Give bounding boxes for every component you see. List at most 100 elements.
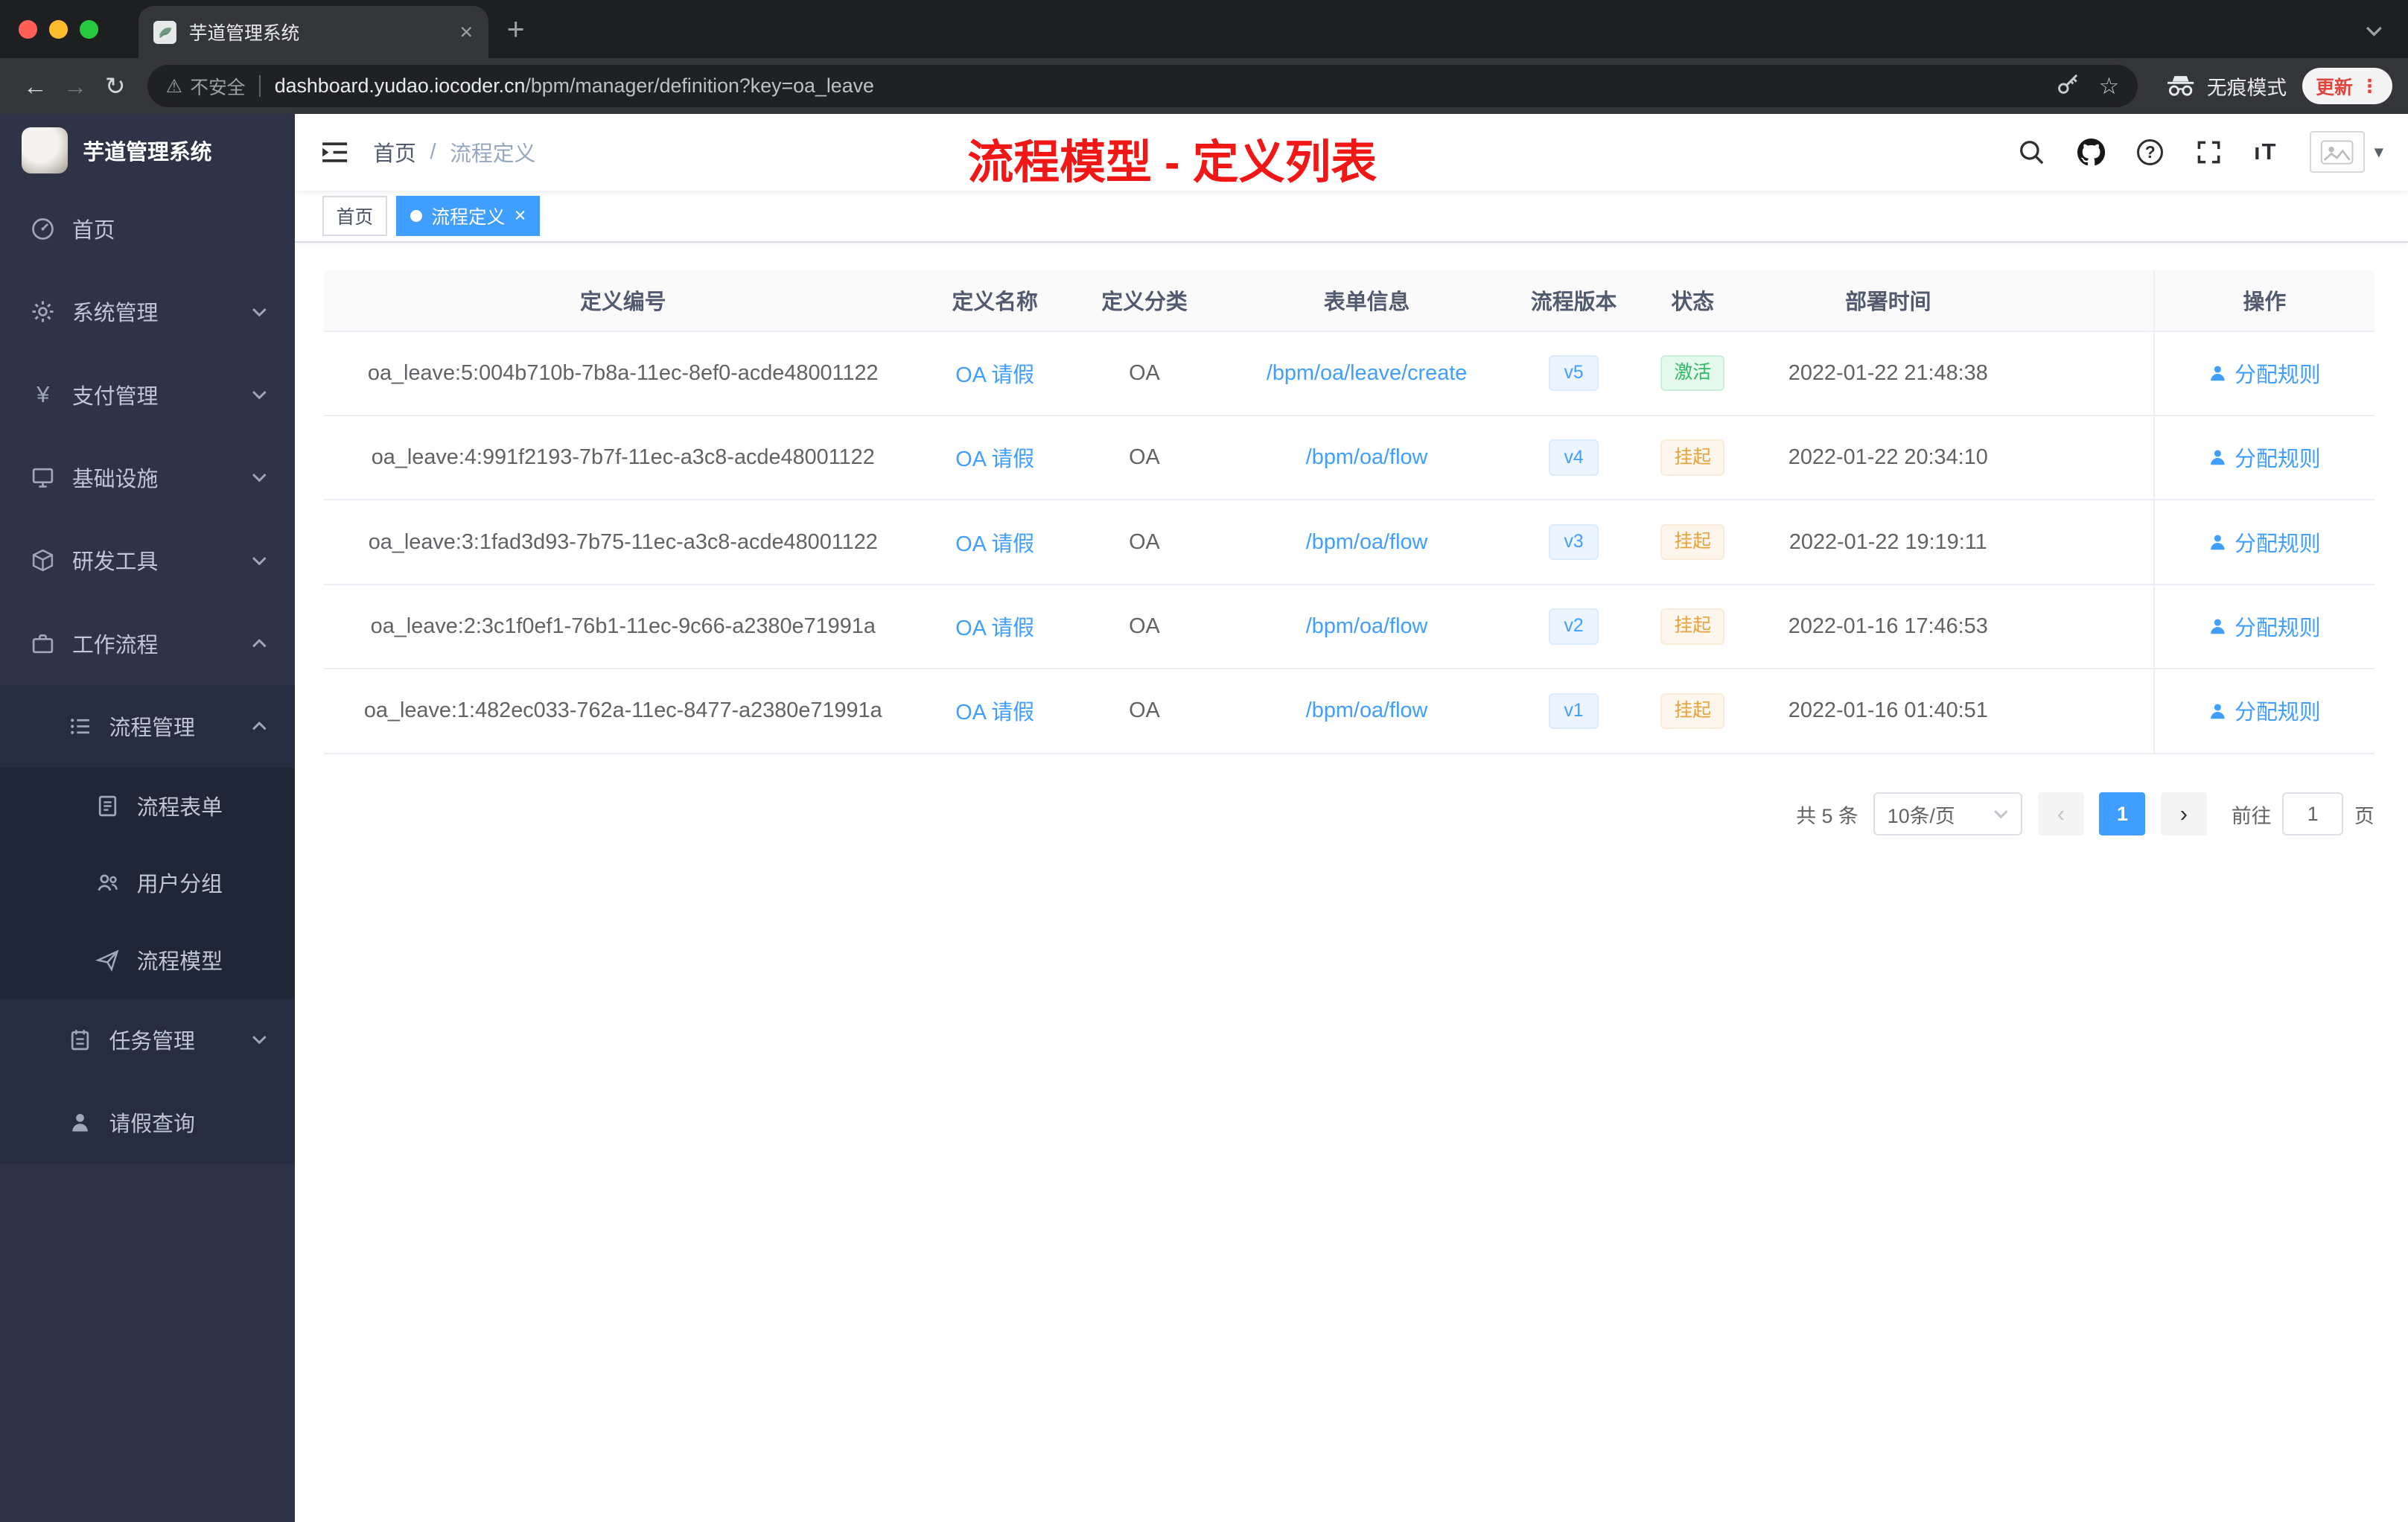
hamburger-icon[interactable] xyxy=(319,138,350,166)
col-deploy-time: 部署时间 xyxy=(1845,290,1931,314)
tag-close-icon[interactable]: × xyxy=(515,206,526,226)
reload-icon[interactable]: ↻ xyxy=(95,71,136,101)
password-key-icon[interactable] xyxy=(2056,71,2080,101)
form-link[interactable]: /bpm/oa/flow xyxy=(1306,530,1428,555)
sidebar-item-label: 流程模型 xyxy=(136,949,223,974)
page-size-value: 10条/页 xyxy=(1887,804,1955,827)
spacer-cell xyxy=(2026,585,2153,668)
version-badge: v3 xyxy=(1548,523,1599,561)
sidebar-item-home[interactable]: 首页 xyxy=(0,188,295,270)
cell-deploy-time: 2022-01-22 21:48:38 xyxy=(1788,360,1988,385)
sidebar-item-label: 流程表单 xyxy=(136,796,223,821)
spacer-cell xyxy=(2026,332,2153,415)
chevron-down-icon xyxy=(252,473,267,483)
fullscreen-icon[interactable] xyxy=(2196,139,2222,165)
cell-category: OA xyxy=(1129,445,1160,470)
help-icon[interactable]: ? xyxy=(2137,138,2164,165)
next-page-button[interactable]: › xyxy=(2160,792,2207,835)
table-row: oa_leave:2:3c1f0ef1-76b1-11ec-9c66-a2380… xyxy=(324,585,2374,670)
close-window-button[interactable] xyxy=(18,19,37,39)
definition-name-link[interactable]: OA 请假 xyxy=(955,695,1034,726)
form-link[interactable]: /bpm/oa/flow xyxy=(1306,698,1428,723)
tag-label: 流程定义 xyxy=(431,207,506,228)
url-bar[interactable]: ⚠ 不安全 dashboard.yudao.iocoder.cn /bpm/ma… xyxy=(147,64,2138,108)
security-chip[interactable]: 不安全 xyxy=(190,73,245,100)
font-size-icon[interactable]: ıT xyxy=(2254,138,2278,165)
tab-search-chevron-icon[interactable] xyxy=(2340,15,2408,43)
dashboard-icon xyxy=(31,217,55,241)
page-1-button[interactable]: 1 xyxy=(2099,792,2146,835)
prev-page-button[interactable]: ‹ xyxy=(2037,792,2084,835)
new-tab-button[interactable]: + xyxy=(488,12,544,47)
sidebar-item-user-group[interactable]: 用户分组 xyxy=(0,844,295,922)
spacer-cell xyxy=(2026,416,2153,499)
cube-icon xyxy=(31,548,55,573)
sidebar-item-workflow[interactable]: 工作流程 xyxy=(0,602,295,685)
monitor-icon xyxy=(31,465,55,490)
sidebar-item-label: 首页 xyxy=(71,218,115,243)
sidebar-item-system[interactable]: 系统管理 xyxy=(0,270,295,353)
version-badge: v2 xyxy=(1548,608,1599,645)
chevron-down-icon xyxy=(252,308,267,316)
tag-home[interactable]: 首页 xyxy=(322,196,387,236)
sidebar-item-process-model[interactable]: 流程模型 xyxy=(0,921,295,999)
breadcrumb: 首页 / 流程定义 xyxy=(373,137,535,168)
definition-name-link[interactable]: OA 请假 xyxy=(955,527,1034,558)
tab-close-icon[interactable]: × xyxy=(459,20,473,44)
avatar xyxy=(2309,131,2366,173)
bookmark-star-icon[interactable]: ☆ xyxy=(2099,73,2120,100)
forward-icon[interactable]: → xyxy=(55,72,95,101)
form-link[interactable]: /bpm/oa/flow xyxy=(1306,445,1428,470)
goto-page-input[interactable]: 1 xyxy=(2281,792,2344,835)
pagination: 共 5 条 10条/页 ‹ 1 › 前往 1 页 xyxy=(324,792,2374,835)
overflow-menu-icon[interactable]: ⋮ xyxy=(2360,75,2379,98)
sidebar-item-label: 研发工具 xyxy=(71,550,159,575)
search-icon[interactable] xyxy=(2019,139,2045,165)
col-process-version: 流程版本 xyxy=(1530,290,1617,314)
document-icon xyxy=(95,794,120,818)
sidebar-item-infrastructure[interactable]: 基础设施 xyxy=(0,436,295,519)
incognito-chip[interactable]: 无痕模式 xyxy=(2165,71,2287,101)
chevron-up-icon xyxy=(252,639,267,648)
definition-name-link[interactable]: OA 请假 xyxy=(955,358,1034,389)
minimize-window-button[interactable] xyxy=(49,19,68,39)
sidebar-item-task-management[interactable]: 任务管理 xyxy=(0,998,295,1081)
gear-icon xyxy=(31,299,55,324)
assign-rule-button[interactable]: 分配规则 xyxy=(2208,695,2321,726)
zoom-window-button[interactable] xyxy=(80,19,98,39)
assign-rule-button[interactable]: 分配规则 xyxy=(2208,442,2321,473)
update-button[interactable]: 更新 ⋮ xyxy=(2302,67,2393,105)
version-badge: v4 xyxy=(1548,439,1599,476)
back-icon[interactable]: ← xyxy=(16,72,56,101)
definition-name-link[interactable]: OA 请假 xyxy=(955,611,1034,642)
active-dot xyxy=(410,209,422,223)
sidebar-item-label: 系统管理 xyxy=(71,302,159,326)
sidebar-item-process-management[interactable]: 流程管理 xyxy=(0,684,295,768)
breadcrumb-home[interactable]: 首页 xyxy=(373,137,416,168)
assign-rule-button[interactable]: 分配规则 xyxy=(2208,358,2321,389)
tag-process-definition[interactable]: 流程定义 × xyxy=(396,196,540,236)
user-menu[interactable]: ▾ xyxy=(2309,131,2383,173)
sidebar-item-payment[interactable]: ¥ 支付管理 xyxy=(0,353,295,436)
github-icon[interactable] xyxy=(2077,138,2105,166)
cell-definition-id: oa_leave:1:482ec033-762a-11ec-8477-a2380… xyxy=(363,698,882,723)
sidebar-item-process-form[interactable]: 流程表单 xyxy=(0,768,295,845)
sidebar-item-devtools[interactable]: 研发工具 xyxy=(0,519,295,602)
assign-rule-label: 分配规则 xyxy=(2235,448,2321,472)
browser-tab[interactable]: 芋道管理系统 × xyxy=(138,6,488,59)
status-badge: 挂起 xyxy=(1660,608,1725,645)
form-link[interactable]: /bpm/oa/leave/create xyxy=(1267,361,1468,386)
spacer-cell xyxy=(2026,270,2153,331)
assign-rule-button[interactable]: 分配规则 xyxy=(2208,527,2321,558)
page-size-select[interactable]: 10条/页 xyxy=(1873,792,2023,835)
assign-rule-label: 分配规则 xyxy=(2235,363,2321,387)
form-link[interactable]: /bpm/oa/flow xyxy=(1306,614,1428,639)
col-actions: 操作 xyxy=(2153,270,2374,331)
spacer-cell xyxy=(2026,669,2153,752)
definition-name-link[interactable]: OA 请假 xyxy=(955,442,1034,473)
app-title: 芋道管理系统 xyxy=(83,140,212,165)
sidebar-item-leave-query[interactable]: 请假查询 xyxy=(0,1081,295,1165)
assign-rule-button[interactable]: 分配规则 xyxy=(2208,611,2321,642)
sidebar-logo[interactable]: 芋道管理系统 xyxy=(0,114,295,188)
cell-definition-id: oa_leave:5:004b710b-7b8a-11ec-8ef0-acde4… xyxy=(367,360,879,385)
